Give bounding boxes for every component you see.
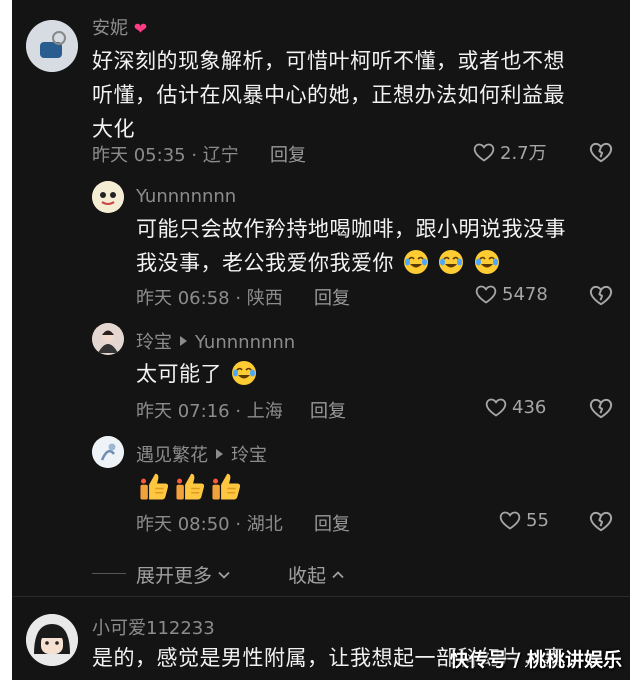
face-tears-of-joy-emoji <box>232 361 257 385</box>
heart-outline-icon <box>473 143 495 162</box>
chevron-up-icon <box>332 570 344 578</box>
reply-button[interactable]: 回复 <box>314 510 350 536</box>
username[interactable]: 玲宝 <box>136 332 172 353</box>
comment-text: 好深刻的现象解析，可惜叶柯听不懂，或者也不想 听懂，估计在风暴中心的她，正想办法… <box>92 49 565 141</box>
comment-text: 可能只会故作矜持地喝咖啡，跟小明说我没事 我没事，老公我爱你我爱你 <box>136 217 566 275</box>
watermark: 快传号 / 桃桃讲娱乐 <box>449 649 622 671</box>
comment-meta: 昨天 05:35 · 辽宁 <box>92 145 239 166</box>
dislike-button[interactable] <box>588 395 614 425</box>
divider <box>12 596 630 597</box>
comments-panel: 安妮 ❤ 好深刻的现象解析，可惜叶柯听不懂，或者也不想 听懂，估计在风暴中心的她… <box>12 0 630 680</box>
dislike-button[interactable] <box>588 508 614 538</box>
heart-outline-icon <box>485 398 507 417</box>
avatar[interactable] <box>92 436 124 468</box>
reply-button[interactable]: 回复 <box>310 397 346 423</box>
like-count: 2.7万 <box>500 143 547 164</box>
username[interactable]: Yunnnnnnn <box>136 186 236 207</box>
like-count: 55 <box>526 509 549 531</box>
like-button[interactable]: 55 <box>498 508 549 532</box>
like-count: 5478 <box>502 283 548 305</box>
expand-more-button[interactable]: 展开更多 <box>136 561 232 588</box>
avatar[interactable] <box>92 181 124 213</box>
username[interactable]: 安妮 ❤ <box>92 14 147 40</box>
like-button[interactable]: 5478 <box>474 282 548 306</box>
broken-heart-icon <box>589 142 613 163</box>
reply-arrow-icon <box>180 336 187 346</box>
avatar[interactable] <box>26 614 78 666</box>
heart-outline-icon <box>475 285 497 304</box>
reply-header: 玲宝 Yunnnnnnn <box>136 328 295 354</box>
avatar[interactable] <box>92 323 124 355</box>
avatar[interactable] <box>26 20 78 72</box>
username[interactable]: 小可爱112233 <box>92 614 215 640</box>
like-count: 436 <box>512 396 547 418</box>
divider <box>92 573 126 574</box>
reply-header: 遇见繁花 玲宝 <box>136 441 267 467</box>
dislike-button[interactable] <box>588 282 614 312</box>
like-button[interactable]: 436 <box>484 395 546 419</box>
thumbs-up-emoji <box>212 473 241 500</box>
broken-heart-icon <box>589 285 613 306</box>
username[interactable]: 遇见繁花 <box>136 445 208 466</box>
reply-button[interactable]: 回复 <box>314 284 350 310</box>
reply-to-username[interactable]: Yunnnnnnn <box>195 332 295 353</box>
reply-arrow-icon <box>216 449 223 459</box>
thumbs-up-emoji <box>176 473 205 500</box>
like-button[interactable]: 2.7万 <box>472 139 547 165</box>
face-tears-of-joy-emoji <box>474 250 499 274</box>
heart-outline-icon <box>499 511 521 530</box>
comment-meta: 昨天 08:50 · 湖北 <box>136 514 283 535</box>
chevron-down-icon <box>218 571 230 579</box>
thumbs-up-emoji <box>140 473 169 500</box>
reply-to-username[interactable]: 玲宝 <box>231 445 267 466</box>
face-tears-of-joy-emoji <box>404 250 429 274</box>
comment-meta: 昨天 06:58 · 陕西 <box>136 288 283 309</box>
collapse-button[interactable]: 收起 <box>288 561 346 588</box>
comment-text: 太可能了 <box>136 357 536 391</box>
broken-heart-icon <box>589 398 613 419</box>
dislike-button[interactable] <box>588 139 614 169</box>
broken-heart-icon <box>589 511 613 532</box>
pink-heart-icon: ❤ <box>133 19 148 38</box>
comment-meta: 昨天 07:16 · 上海 <box>136 401 283 422</box>
face-tears-of-joy-emoji <box>439 250 464 274</box>
comment-emoji-row <box>136 470 242 502</box>
reply-button[interactable]: 回复 <box>270 141 306 167</box>
